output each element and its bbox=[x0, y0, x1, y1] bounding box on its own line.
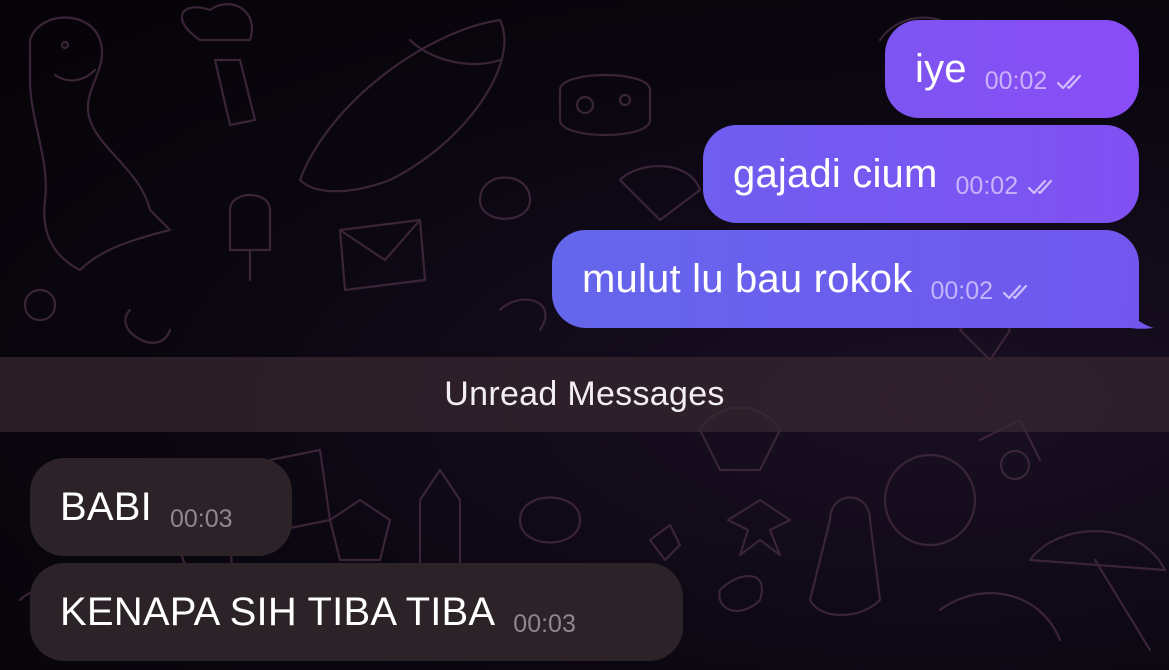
bubble-tail bbox=[1114, 290, 1154, 329]
message-text: BABI bbox=[60, 485, 152, 529]
message-meta: 00:03 bbox=[513, 610, 576, 639]
message-meta: 00:03 bbox=[170, 505, 233, 534]
outgoing-message[interactable]: iye 00:02 bbox=[885, 20, 1139, 118]
message-time: 00:03 bbox=[513, 610, 576, 638]
message-text: gajadi cium bbox=[733, 152, 938, 196]
message-text: KENAPA SIH TIBA TIBA bbox=[60, 590, 496, 634]
message-time: 00:03 bbox=[169, 505, 233, 533]
outgoing-message[interactable]: mulut lu bau rokok 00:02 bbox=[552, 230, 1139, 328]
unread-messages-divider: Unread Messages bbox=[0, 357, 1169, 432]
outgoing-message[interactable]: gajadi cium 00:02 bbox=[703, 125, 1139, 223]
message-time: 00:02 bbox=[984, 67, 1048, 95]
unread-divider-label: Unread Messages bbox=[444, 375, 725, 413]
message-text: mulut lu bau rokok bbox=[582, 257, 913, 301]
incoming-message[interactable]: KENAPA SIH TIBA TIBA 00:03 bbox=[30, 563, 683, 661]
message-text: iye bbox=[915, 47, 967, 91]
double-check-icon bbox=[1057, 74, 1082, 89]
message-meta: 00:02 bbox=[930, 277, 1035, 306]
message-meta: 00:02 bbox=[956, 172, 1061, 201]
incoming-message[interactable]: BABI 00:03 bbox=[30, 458, 292, 556]
message-time: 00:02 bbox=[930, 277, 993, 305]
double-check-icon bbox=[1002, 284, 1028, 299]
chat-view: iye 00:02 gajadi cium 00:02 mulut lu bau… bbox=[0, 0, 1169, 670]
message-time: 00:02 bbox=[955, 172, 1019, 200]
message-meta: 00:02 bbox=[985, 67, 1090, 96]
double-check-icon bbox=[1027, 179, 1053, 194]
